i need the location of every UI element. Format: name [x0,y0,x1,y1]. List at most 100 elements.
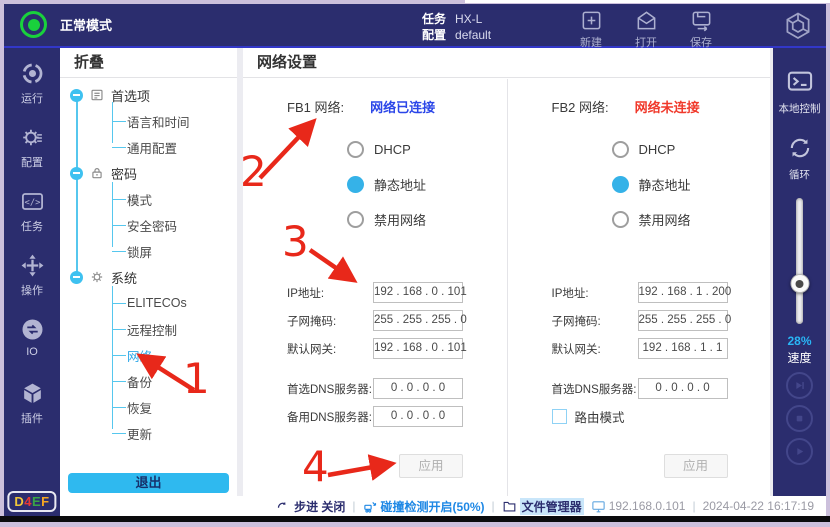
tree-group-system[interactable]: 系统 [60,264,237,290]
step-next-button[interactable] [786,372,813,399]
skip-next-icon [792,378,807,393]
tree-panel-header: 折叠 [60,48,237,78]
rail-item-config[interactable]: 配置 [4,112,60,176]
ip-text: 192.168.0.101 [609,499,686,513]
frame-bottom-strip [0,516,830,522]
fb2-radio-static[interactable]: 静态地址 [612,172,771,196]
fb2-radio-dhcp[interactable]: DHCP [612,137,771,161]
fb2-gateway-input[interactable]: 192 . 168 . 1 . 1 [638,338,728,359]
brand-cube-logo[interactable] [783,11,813,41]
local-control-item[interactable]: 本地控制 [773,48,826,116]
fb1-radio-disable[interactable]: 禁用网络 [347,207,507,231]
route-mode-checkbox[interactable] [552,409,567,424]
radio-label: 禁用网络 [639,210,691,229]
fb1-radio-group: DHCP 静态地址 禁用网络 [347,137,507,231]
separator: | [692,499,695,513]
config-label: 配置 [422,27,446,43]
fb2-ip-input[interactable]: 192 . 168 . 1 . 200 [638,282,728,303]
rail-item-io[interactable]: IO [4,304,60,368]
speed-slider-thumb[interactable] [790,274,809,293]
open-icon [635,9,658,32]
fb1-dns2-input[interactable]: 0 . 0 . 0 . 0 [373,406,463,427]
tree-group-label: 系统 [111,268,137,287]
tree-item-label: 网络 [127,346,152,365]
page-title: 网络设置 [243,48,770,78]
fb1-apply-button[interactable]: 应用 [399,454,463,478]
fb2-mask-input[interactable]: 255 . 255 . 255 . 0 [638,310,728,331]
save-button[interactable]: 保存 [680,9,722,50]
collapse-node-icon[interactable] [70,167,83,180]
stop-button[interactable] [786,405,813,432]
fb1-mask-input[interactable]: 255 . 255 . 255 . 0 [373,310,463,331]
fb1-ip-fields: IP地址: 192 . 168 . 0 . 101 子网掩码: 255 . 25… [287,279,507,430]
exit-button[interactable]: 退出 [68,473,229,493]
play-button[interactable] [786,438,813,465]
svg-text:</>: </> [24,198,40,208]
io-icon [20,317,45,342]
file-manager-item[interactable]: 文件管理器 [502,498,584,515]
collision-detect-text: 碰撞检测开启(50%) [381,498,485,515]
step-mode-status[interactable]: 步进 关闭 [276,498,345,515]
fb2-apply-button[interactable]: 应用 [664,454,728,478]
fb2-dns1-input[interactable]: 0 . 0 . 0 . 0 [638,378,728,399]
fb1-radio-dhcp[interactable]: DHCP [347,137,507,161]
rail-item-run[interactable]: 运行 [4,48,60,112]
list-icon [90,88,104,102]
mode-label: 正常模式 [60,15,112,34]
tree-group-preferences[interactable]: 首选项 [60,82,237,108]
tree-item-general-config[interactable]: 通用配置 [60,134,237,160]
fb2-header: FB2 网络: 网络未连接 [552,97,771,115]
new-button[interactable]: 新建 [570,9,612,50]
fb1-ip-input[interactable]: 192 . 168 . 0 . 101 [373,282,463,303]
rail-item-plugin[interactable]: 插件 [4,368,60,432]
tree-group-password[interactable]: 密码 [60,160,237,186]
fb2-route-mode[interactable]: 路由模式 [552,403,771,430]
gear-icon [90,270,104,284]
speed-label: 速度 [773,349,826,366]
fb2-dns1-label: 首选DNS服务器: [552,381,638,397]
lock-icon [90,166,104,180]
open-button[interactable]: 打开 [625,9,667,50]
tree-item-label: 语言和时间 [127,112,190,131]
tree-item-restore[interactable]: 恢复 [60,394,237,420]
tree-item-network[interactable]: 网络 [60,342,237,368]
task-value: HX-L [455,11,482,27]
fb1-dns1-label: 首选DNS服务器: [287,381,373,397]
file-actions: 新建 打开 保存 [570,9,722,50]
new-file-icon [580,9,603,32]
fb2-gateway-label: 默认网关: [552,341,638,357]
tree-item-update[interactable]: 更新 [60,420,237,446]
rail-label-plugin: 插件 [21,410,43,426]
fb1-gateway-input[interactable]: 192 . 168 . 0 . 101 [373,338,463,359]
fb2-radio-disable[interactable]: 禁用网络 [612,207,771,231]
app-window: 正常模式 任务 HX-L 配置 default 新建 [4,4,826,516]
fb1-label: FB1 网络: [287,97,344,115]
rail-label-run: 运行 [21,90,43,106]
loop-item[interactable]: 循环 [773,116,826,182]
tree-item-lock-screen[interactable]: 锁屏 [60,238,237,264]
tree-item-label: 锁屏 [127,242,152,261]
tree-item-safety-password[interactable]: 安全密码 [60,212,237,238]
tree-item-language-time[interactable]: 语言和时间 [60,108,237,134]
tree-item-mode[interactable]: 模式 [60,186,237,212]
fb1-dns1-input[interactable]: 0 . 0 . 0 . 0 [373,378,463,399]
rail-item-task[interactable]: </> 任务 [4,176,60,240]
network-settings-panel: 网络设置 FB1 网络: 网络已连接 DHCP 静态地址 [243,48,770,496]
tree-item-backup[interactable]: 备份 [60,368,237,394]
collapse-node-icon[interactable] [70,271,83,284]
rail-item-operate[interactable]: 操作 [4,240,60,304]
folder-icon [502,499,517,514]
separator: | [492,499,495,513]
mode-indicator[interactable]: 正常模式 [20,11,112,38]
speed-slider-track[interactable] [796,198,803,324]
collision-detect-status[interactable]: 碰撞检测开启(50%) [363,498,485,515]
speed-value: 28% [773,334,826,348]
tree-item-remote-control[interactable]: 远程控制 [60,316,237,342]
radio-circle-icon [347,211,364,228]
badge-char: D [14,494,24,509]
tree-item-elitecos[interactable]: ELITECOs [60,290,237,316]
fb1-radio-static[interactable]: 静态地址 [347,172,507,196]
collapse-node-icon[interactable] [70,89,83,102]
rail-label-io: IO [26,346,38,358]
fb1-header: FB1 网络: 网络已连接 [287,97,507,115]
